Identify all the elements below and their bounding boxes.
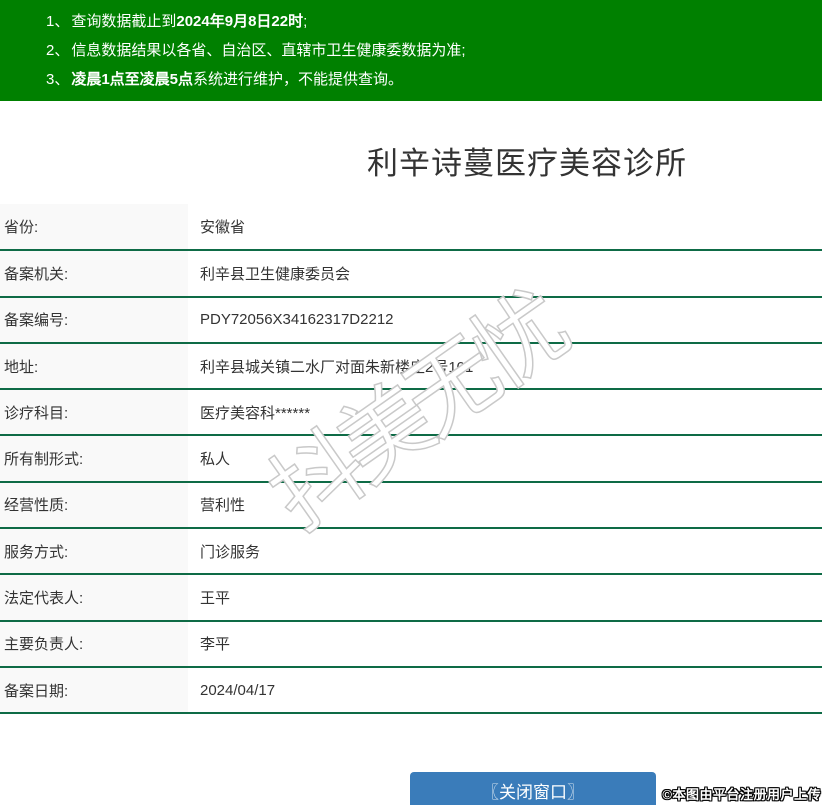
table-row: 主要负责人: 李平 xyxy=(0,620,822,668)
field-label: 地址: xyxy=(0,342,188,391)
notice-text: 系统进行维护，不能提供查询。 xyxy=(193,71,404,88)
table-row: 备案日期: 2024/04/17 xyxy=(0,666,822,715)
field-value: 王平 xyxy=(188,574,822,622)
notice-header: 1、 查询数据截止到2024年9月8日22时; 2、 信息数据结果以各省、自治区、直辖… xyxy=(0,0,822,101)
field-label: 经营性质: xyxy=(0,481,188,530)
field-label: 主要负责人: xyxy=(0,620,188,668)
field-value: 安徽省 xyxy=(188,204,822,252)
field-value: 医疗美容科****** xyxy=(188,389,822,437)
field-label: 备案编号: xyxy=(0,296,188,344)
table-row: 法定代表人: 王平 xyxy=(0,574,822,622)
notice-number: 1、 xyxy=(46,13,70,30)
notice-text: 2024年9月8日22时 xyxy=(176,13,304,30)
field-value: 利辛县卫生健康委员会 xyxy=(188,250,822,298)
notice-number: 2、 xyxy=(46,42,70,59)
table-row: 诊疗科目: 医疗美容科****** xyxy=(0,389,822,437)
notice-text: 信息数据结果以各省、自治区、直辖市卫生健康委数据为准; xyxy=(71,42,466,59)
notice-text: 凌晨1点至凌晨5点 xyxy=(71,71,194,88)
table-row: 经营性质: 营利性 xyxy=(0,481,822,530)
field-label: 服务方式: xyxy=(0,528,188,576)
table-row: 备案机关: 利辛县卫生健康委员会 xyxy=(0,250,822,298)
title-container: 利辛诗蔓医疗美容诊所 xyxy=(0,101,822,183)
close-window-button[interactable]: 〖关闭窗口〗 xyxy=(410,772,656,805)
notice-line: 3、 凌晨1点至凌晨5点系统进行维护，不能提供查询。 xyxy=(0,65,822,94)
field-label: 所有制形式: xyxy=(0,435,188,483)
field-value: 利辛县城关镇二水厂对面朱新楼庄2号101 xyxy=(188,342,822,391)
field-label: 备案机关: xyxy=(0,250,188,298)
notice-text: 查询数据截止到 xyxy=(71,13,177,30)
table-row: 省份: 安徽省 xyxy=(0,204,822,252)
field-label: 省份: xyxy=(0,204,188,252)
notice-line: 1、 查询数据截止到2024年9月8日22时; xyxy=(0,7,822,36)
field-value: 营利性 xyxy=(188,481,822,530)
field-label: 备案日期: xyxy=(0,666,188,715)
field-value: 2024/04/17 xyxy=(188,666,822,715)
field-value: 私人 xyxy=(188,435,822,483)
notice-line: 2、 信息数据结果以各省、自治区、直辖市卫生健康委数据为准; xyxy=(0,36,822,65)
clinic-info-table: 省份: 安徽省 备案机关: 利辛县卫生健康委员会 备案编号: PDY72056X34162… xyxy=(0,204,822,715)
field-label: 诊疗科目: xyxy=(0,389,188,437)
uploader-watermark: ©本图由平台注册用户上传 xyxy=(662,787,821,802)
table-row: 地址: 利辛县城关镇二水厂对面朱新楼庄2号101 xyxy=(0,342,822,391)
table-row: 所有制形式: 私人 xyxy=(0,435,822,483)
field-value: 门诊服务 xyxy=(188,528,822,576)
field-value: 李平 xyxy=(188,620,822,668)
field-value: PDY72056X34162317D2212 xyxy=(188,296,822,344)
table-row: 备案编号: PDY72056X34162317D2212 xyxy=(0,296,822,344)
notice-number: 3、 xyxy=(46,71,70,88)
notice-text: ; xyxy=(303,13,308,30)
field-label: 法定代表人: xyxy=(0,574,188,622)
page-title: 利辛诗蔓医疗美容诊所 xyxy=(367,146,687,181)
table-row: 服务方式: 门诊服务 xyxy=(0,528,822,576)
